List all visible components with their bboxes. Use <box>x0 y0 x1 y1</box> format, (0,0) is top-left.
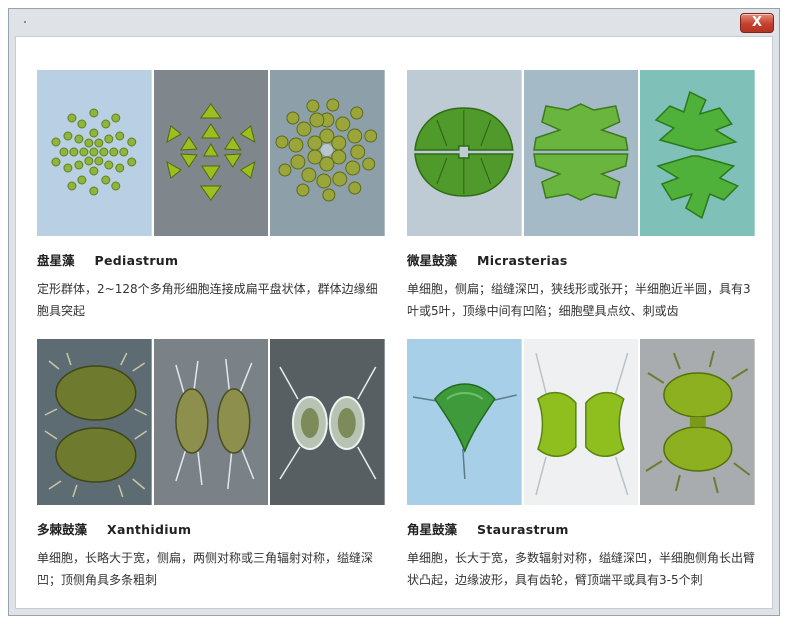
card-pediastrum: 盘星藻 Pediastrum 定形群体，2~128个多角形细胞连接成扁平盘状体，群… <box>37 70 387 322</box>
card-name-cn: 盘星藻 <box>37 253 75 268</box>
card-xanthidium: 多棘鼓藻 Xanthidium 单细胞，长略大于宽，侧扁，两侧对称或三角辐射对称，… <box>37 339 387 591</box>
card-description: 单细胞，侧扁；缢缝深凹，狭线形或张开；半细胞近半圆，具有3叶或5叶，顶缘中间有凹… <box>407 282 751 318</box>
micro-image <box>523 70 639 236</box>
card-name-cn: 微星鼓藻 <box>407 253 458 268</box>
micro-image <box>407 70 522 236</box>
window-dot <box>24 21 26 23</box>
image-strip <box>37 70 386 236</box>
card-title: 角星鼓藻 Staurastrum <box>407 519 757 538</box>
content-panel: 盘星藻 Pediastrum 定形群体，2~128个多角形细胞连接成扁平盘状体，群… <box>15 36 773 609</box>
card-staurastrum: 角星鼓藻 Staurastrum 单细胞，长大于宽，多数辐射对称，缢缝深凹，半细胞… <box>407 339 757 591</box>
card-micrasterias: 微星鼓藻 Micrasterias 单细胞，侧扁；缢缝深凹，狭线形或张开；半细胞近… <box>407 70 757 322</box>
image-strip <box>407 339 756 505</box>
close-button[interactable]: X <box>740 13 774 33</box>
micro-image <box>37 339 152 505</box>
card-description: 单细胞，长略大于宽，侧扁，两侧对称或三角辐射对称，缢缝深凹；顶侧角具多条粗刺 <box>37 551 374 587</box>
card-title: 盘星藻 Pediastrum <box>37 250 387 269</box>
micro-image <box>153 70 269 236</box>
micro-image <box>153 339 269 505</box>
card-name-latin: Staurastrum <box>477 522 569 537</box>
image-strip <box>37 339 386 505</box>
micro-image <box>407 339 522 505</box>
card-name-latin: Xanthidium <box>107 522 192 537</box>
card-description: 定形群体，2~128个多角形细胞连接成扁平盘状体，群体边缘细胞具突起 <box>37 282 378 318</box>
card-title: 多棘鼓藻 Xanthidium <box>37 519 387 538</box>
card-name-cn: 多棘鼓藻 <box>37 522 88 537</box>
card-title: 微星鼓藻 Micrasterias <box>407 250 757 269</box>
card-description: 单细胞，长大于宽，多数辐射对称，缢缝深凹，半细胞侧角长出臂状凸起，边缘波形，具有… <box>407 551 756 587</box>
dialog-window: X 盘星藻 Pediastrum 定形群体，2~128个多角形细胞连接成扁平盘状… <box>8 8 780 616</box>
card-name-latin: Micrasterias <box>477 253 568 268</box>
card-name-cn: 角星鼓藻 <box>407 522 458 537</box>
micro-image <box>640 70 756 236</box>
image-strip <box>407 70 756 236</box>
micro-image <box>640 339 756 505</box>
micro-image <box>37 70 152 236</box>
card-name-latin: Pediastrum <box>94 253 179 268</box>
micro-image <box>523 339 639 505</box>
micro-image <box>270 339 386 505</box>
micro-image <box>270 70 386 236</box>
